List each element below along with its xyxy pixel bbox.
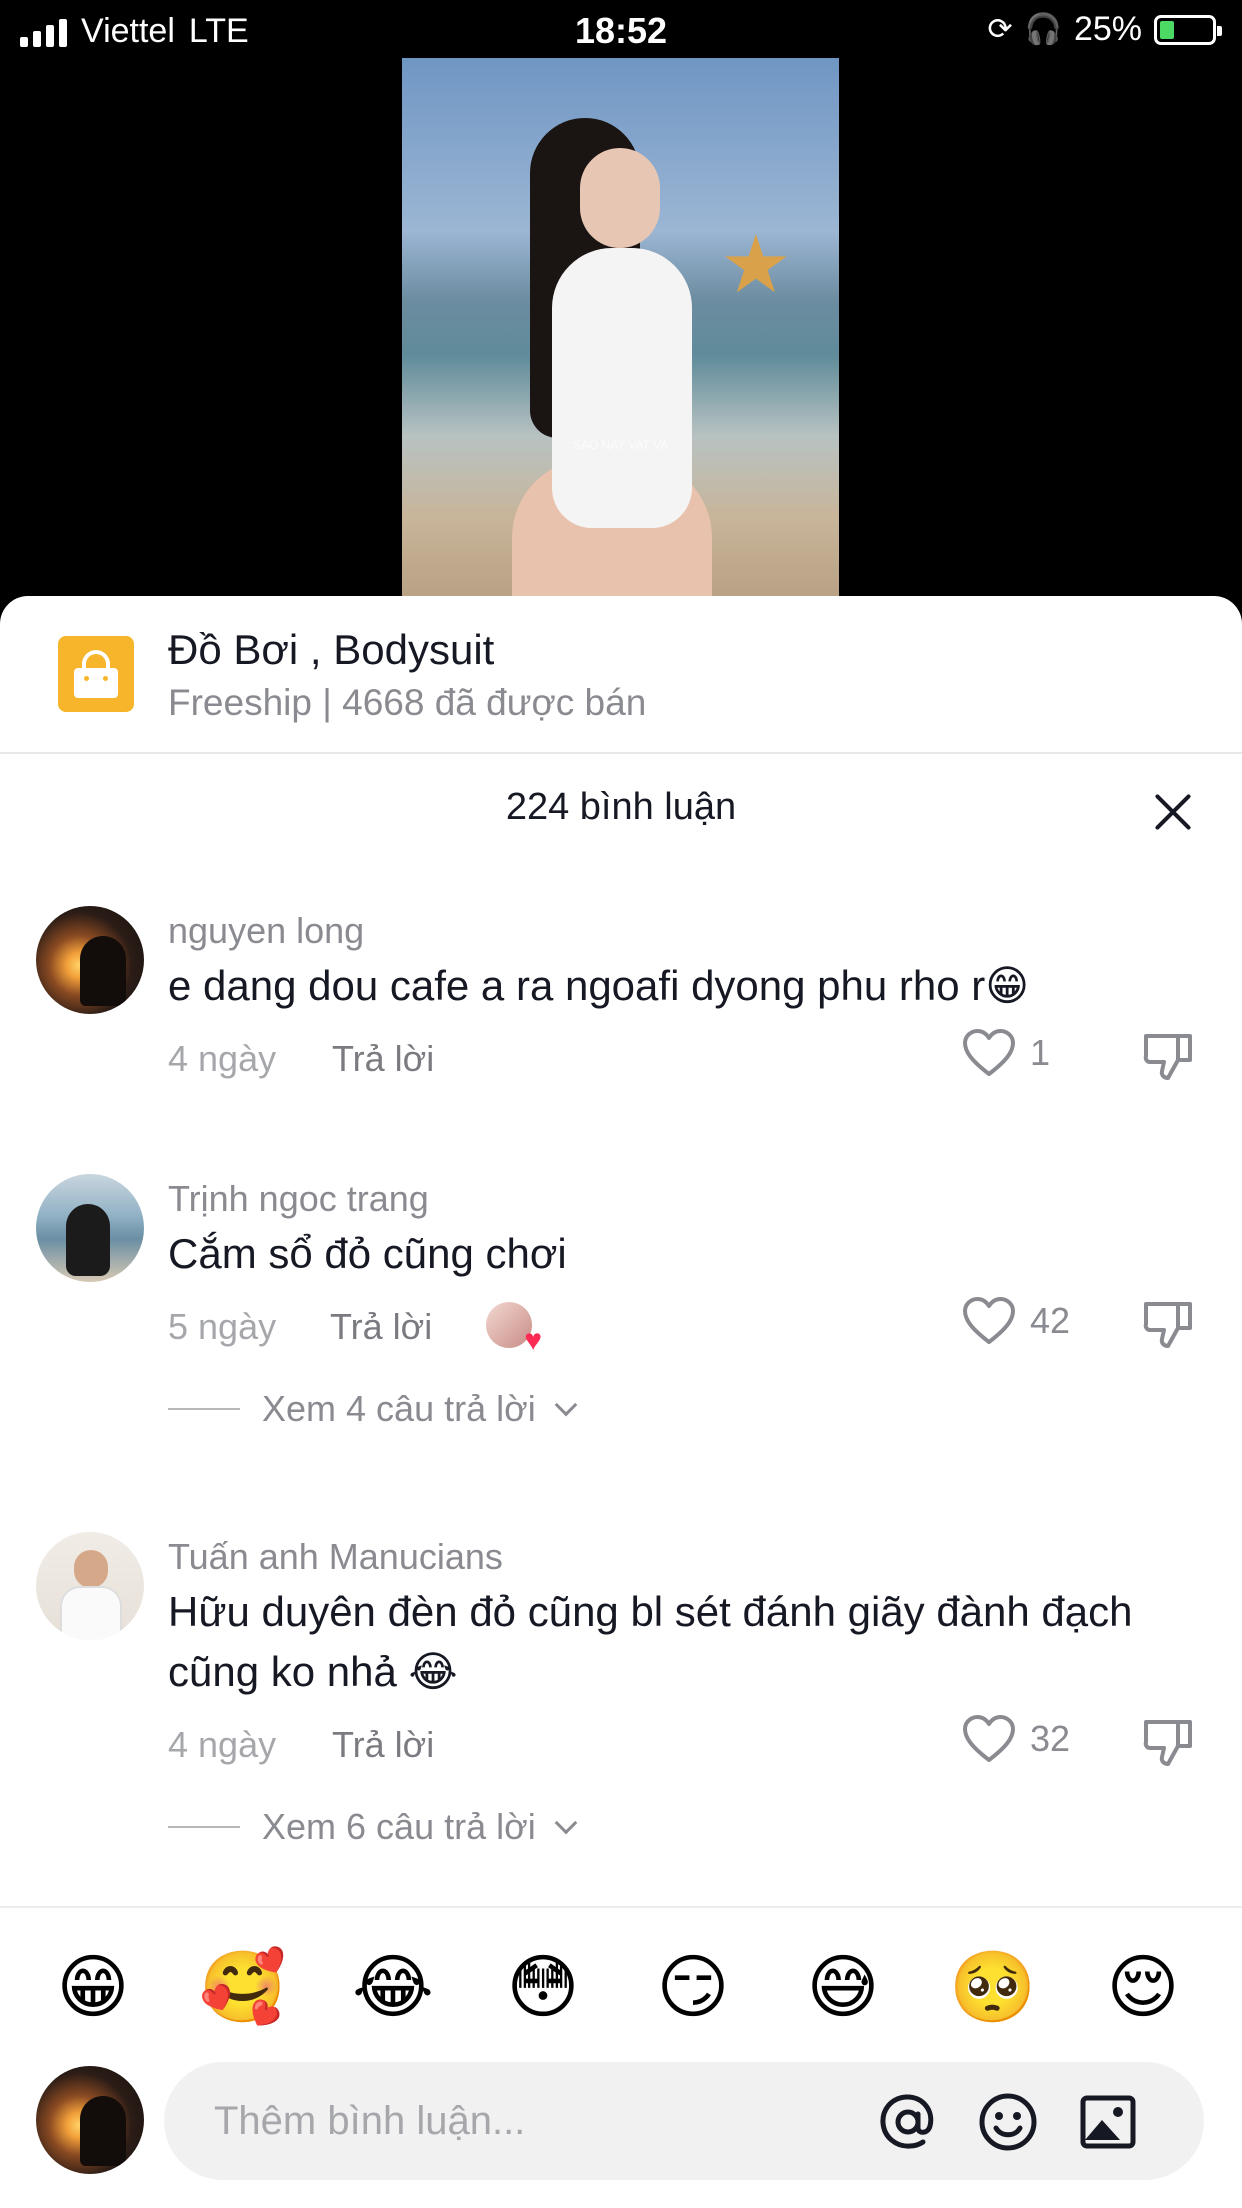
close-icon[interactable] <box>1148 786 1198 836</box>
product-banner[interactable]: Đồ Bơi , Bodysuit Freeship | 4668 đã đượ… <box>0 596 1242 754</box>
emoji-button[interactable]: 😂 <box>348 1942 438 2032</box>
view-replies-button[interactable]: Xem 4 câu trả lời <box>168 1388 578 1430</box>
avatar[interactable] <box>36 1532 144 1640</box>
emoji-button[interactable]: 🥰 <box>198 1942 288 2032</box>
comment-author[interactable]: nguyen long <box>168 910 364 952</box>
emoji-quick-bar: 😁 🥰 😂 😳 😏 😅 🥺 😌 <box>0 1942 1242 2042</box>
like-count: 1 <box>1030 1032 1051 1073</box>
avatar <box>36 2066 144 2174</box>
chevron-down-icon <box>554 1811 578 1835</box>
smiley-icon[interactable] <box>976 2090 1040 2154</box>
emoji-button[interactable]: 😳 <box>498 1942 588 2032</box>
product-title: Đồ Bơi , Bodysuit <box>168 626 495 673</box>
emoji-button[interactable]: 😁 <box>48 1942 138 2032</box>
emoji-button[interactable]: 😅 <box>798 1942 888 2032</box>
heart-icon: ♥ <box>524 1324 542 1357</box>
comments-sheet: Đồ Bơi , Bodysuit Freeship | 4668 đã đượ… <box>0 596 1242 2208</box>
emoji-button[interactable]: 😌 <box>1098 1942 1188 2032</box>
like-count: 32 <box>1030 1718 1071 1759</box>
comment-text: Hữu duyên đèn đỏ cũng bl sét đánh giãy đ… <box>168 1588 1133 1695</box>
avatar[interactable] <box>36 906 144 1014</box>
reply-button[interactable]: Trả lời <box>332 1038 434 1080</box>
video-preview[interactable]: ★ SAO NAY VAT VA <box>402 58 839 598</box>
starfish-icon: ★ <box>720 220 792 309</box>
headphones-icon: 🎧 <box>1024 13 1062 46</box>
emoji-button[interactable]: 😏 <box>648 1942 738 2032</box>
divider <box>0 1906 1242 1908</box>
chevron-down-icon <box>554 1393 578 1417</box>
avatar[interactable] <box>36 1174 144 1282</box>
dislike-icon[interactable] <box>1140 1030 1196 1082</box>
dislike-icon[interactable] <box>1140 1716 1196 1768</box>
status-right: ⟳ 🎧 25% <box>987 10 1222 49</box>
product-subtitle: Freeship | 4668 đã được bán <box>168 682 647 723</box>
comment-composer <box>0 2056 1242 2186</box>
view-replies-button[interactable]: Xem 6 câu trả lời <box>168 1806 578 1848</box>
shopping-bag-icon <box>58 636 134 712</box>
reply-button[interactable]: Trả lời <box>332 1724 434 1766</box>
view-replies-label: Xem 6 câu trả lời <box>262 1806 536 1847</box>
comment-author[interactable]: Trịnh ngoc trang <box>168 1178 429 1220</box>
at-icon[interactable] <box>876 2090 940 2154</box>
comment-time: 4 ngày <box>168 1038 277 1079</box>
heart-icon <box>963 1715 1015 1762</box>
video-watermark: SAO NAY VAT VA <box>572 438 669 452</box>
comment-text: Cắm sổ đỏ cũng chơi <box>168 1230 567 1277</box>
comment-author[interactable]: Tuấn anh Manucians <box>168 1536 503 1578</box>
heart-icon <box>963 1029 1015 1076</box>
view-replies-label: Xem 4 câu trả lời <box>262 1388 536 1429</box>
battery-percent: 25% <box>1073 10 1142 48</box>
like-button[interactable]: 32 <box>962 1714 1070 1764</box>
status-bar: Viettel LTE 18:52 ⟳ 🎧 25% <box>0 0 1242 60</box>
rotation-lock-icon: ⟳ <box>987 13 1013 46</box>
comment-time: 4 ngày <box>168 1724 277 1765</box>
heart-icon <box>963 1297 1015 1344</box>
comment-time: 5 ngày <box>168 1306 277 1347</box>
comment-input-container[interactable] <box>164 2062 1204 2180</box>
battery-icon <box>1154 14 1222 45</box>
like-button[interactable]: 42 <box>962 1296 1070 1346</box>
comment-input[interactable] <box>214 2092 894 2150</box>
dislike-icon[interactable] <box>1140 1298 1196 1350</box>
image-icon[interactable] <box>1076 2090 1140 2154</box>
creator-liked-badge: ♥ <box>486 1302 542 1356</box>
comments-count: 224 bình luận <box>505 786 737 828</box>
like-button[interactable]: 1 <box>962 1028 1050 1078</box>
emoji-button[interactable]: 🥺 <box>948 1942 1038 2032</box>
like-count: 42 <box>1030 1300 1071 1341</box>
comment-text: e dang dou cafe a ra ngoafi dyong phu rh… <box>168 962 1030 1009</box>
reply-button[interactable]: Trả lời <box>330 1306 432 1348</box>
